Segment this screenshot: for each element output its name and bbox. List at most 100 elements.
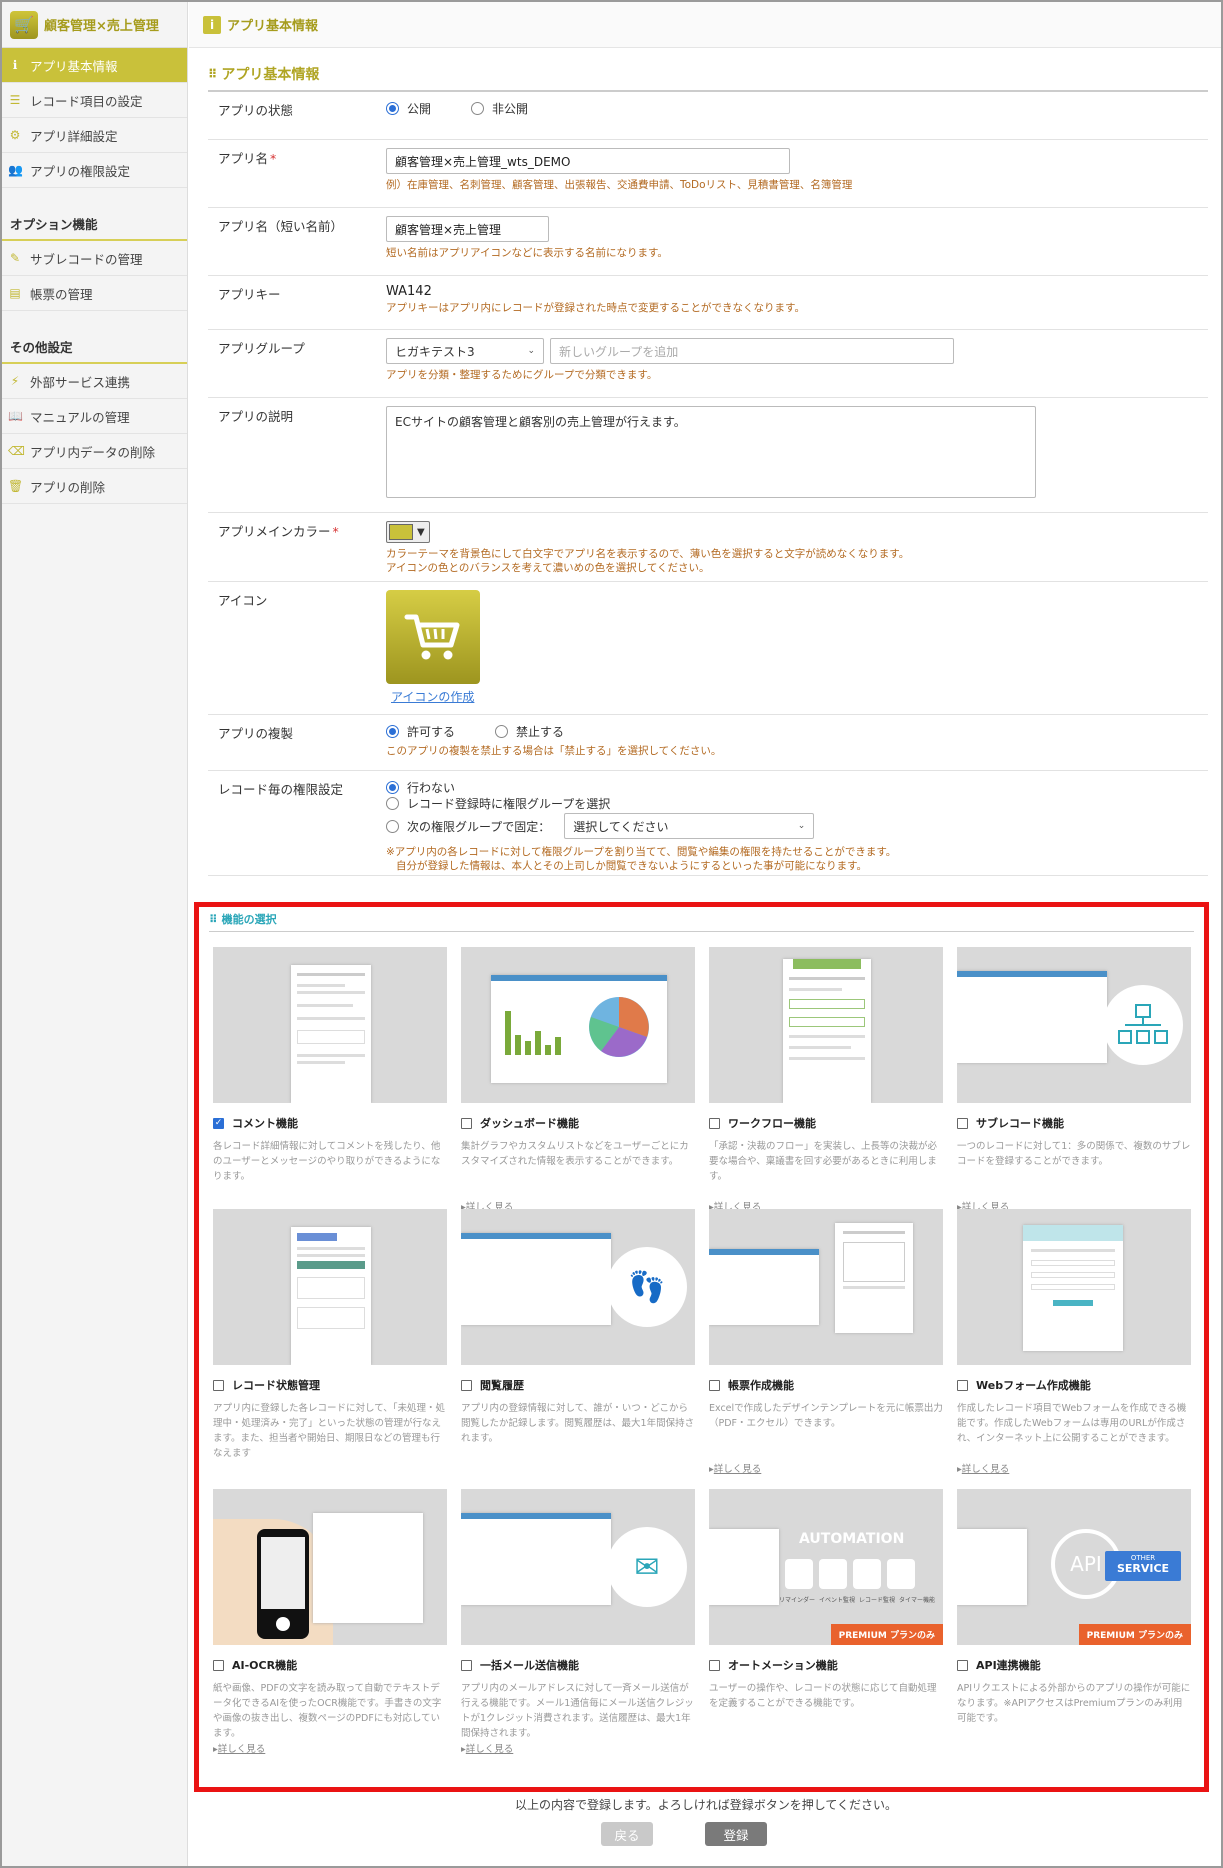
feature-more[interactable]: ▸詳しく見る: [709, 1461, 943, 1475]
feature-checkbox-row[interactable]: 閲覧履歴: [461, 1377, 695, 1393]
radio-button[interactable]: [471, 102, 485, 115]
radio-label: 許可する: [407, 725, 456, 739]
radio-button[interactable]: [386, 796, 399, 810]
sidebar-item-manual[interactable]: 📖 マニュアルの管理: [2, 399, 187, 434]
feature-description: ユーザーの操作や、レコードの状態に応じて自動処理を定義することができる機能です。: [709, 1683, 937, 1709]
feature-checkbox[interactable]: [213, 1659, 224, 1671]
label-text: アプリ名: [218, 151, 269, 166]
feature-description: Excelで作成したデザインテンプレートを元に帳票出力（PDF・エクセル）できま…: [709, 1403, 943, 1429]
feature-name: AI-OCR機能: [232, 1659, 298, 1672]
learn-more-link[interactable]: 詳しく見る: [714, 1464, 762, 1475]
feature-checkbox-row[interactable]: レコード状態管理: [213, 1377, 447, 1393]
feature-checkbox-row[interactable]: 一括メール送信機能: [461, 1657, 695, 1673]
feature-checkbox[interactable]: [213, 1379, 224, 1391]
app-name-input[interactable]: 顧客管理×売上管理_wts_DEMO: [386, 148, 790, 174]
feature-checkbox-row[interactable]: AI-OCR機能: [213, 1657, 447, 1673]
feature-name: API連携機能: [976, 1659, 1041, 1672]
group-select[interactable]: ヒガキテスト3 ⌄: [386, 338, 544, 364]
sidebar-item-delete-app[interactable]: 🗑 アプリの削除: [2, 469, 187, 504]
perm-select-on-register-radio[interactable]: レコード登録時に権限グループを選択: [386, 795, 1208, 811]
sidebar-item-permissions[interactable]: 👥 アプリの権限設定: [2, 153, 187, 188]
perm-group-select[interactable]: 選択してください ⌄: [564, 813, 815, 839]
create-icon-link[interactable]: アイコンの作成: [391, 690, 474, 704]
learn-more-link[interactable]: 詳しく見る: [962, 1464, 1010, 1475]
status-private-radio[interactable]: 非公開: [471, 100, 528, 117]
feature-checkbox-row[interactable]: API連携機能: [957, 1657, 1191, 1673]
perm-none-radio[interactable]: 行わない: [386, 779, 1208, 795]
sidebar-item-basic-info[interactable]: ℹ アプリ基本情報: [2, 48, 187, 83]
learn-more-link[interactable]: 詳しく見る: [466, 1744, 514, 1755]
feature-checkbox[interactable]: [461, 1379, 472, 1391]
feature-checkbox[interactable]: ✓: [213, 1117, 224, 1129]
feature-more[interactable]: ▸詳しく見る: [957, 1461, 1191, 1475]
radio-button[interactable]: [386, 819, 399, 833]
row-group: アプリグループ ヒガキテスト3 ⌄ 新しいグループを追加 アプリを分類・整理するた…: [208, 330, 1208, 398]
radio-button[interactable]: [386, 102, 399, 115]
color-swatch: [389, 524, 413, 540]
radio-button[interactable]: [495, 725, 509, 738]
back-button[interactable]: 戻る: [601, 1822, 653, 1846]
feature-checkbox[interactable]: [461, 1117, 472, 1129]
page-title: アプリ基本情報: [227, 19, 319, 34]
feature-checkbox-row[interactable]: ✓ コメント機能: [213, 1115, 447, 1131]
perm-hint: ※アプリ内の各レコードに対して権限グループを割り当てて、閲覧や編集の権限を持たせ…: [386, 845, 1208, 873]
app-name-hint: 例）在庫管理、名刺管理、顧客管理、出張報告、交通費申請、ToDoリスト、見積書管…: [386, 179, 853, 191]
learn-more-link[interactable]: 詳しく見る: [218, 1744, 266, 1755]
feature-checkbox[interactable]: [709, 1117, 720, 1129]
document-icon: ▤: [9, 286, 21, 300]
short-name-input[interactable]: 顧客管理×売上管理: [386, 216, 549, 242]
feature-more[interactable]: ▸詳しく見る: [461, 1741, 695, 1755]
copy-allow-radio[interactable]: 許可する: [386, 723, 455, 740]
register-button[interactable]: 登録: [705, 1822, 767, 1846]
app-icon-preview: [386, 590, 480, 684]
feature-description: アプリ内に登録した各レコードに対して、「未処理・処理中・処理済み・完了」といった…: [213, 1403, 445, 1457]
radio-label: 次の権限グループで固定：: [407, 819, 551, 834]
radio-label: レコード登録時に権限グループを選択: [407, 796, 611, 811]
sidebar-item-label: アプリ基本情報: [30, 58, 118, 74]
field-label: レコード毎の権限設定: [218, 782, 344, 797]
field-label: アプリ名（短い名前）: [218, 219, 344, 234]
feature-checkbox-row[interactable]: Webフォーム作成機能: [957, 1377, 1191, 1393]
perm-fixed-group-radio[interactable]: 次の権限グループで固定：: [386, 818, 550, 835]
new-group-input[interactable]: 新しいグループを追加: [550, 338, 954, 364]
feature-checkbox-row[interactable]: 帳票作成機能: [709, 1377, 943, 1393]
feature-thumbnail: [709, 947, 943, 1103]
feature-checkbox[interactable]: [709, 1379, 720, 1391]
feature-name: レコード状態管理: [232, 1379, 320, 1392]
sidebar-item-detail-settings[interactable]: ⚙ アプリ詳細設定: [2, 118, 187, 153]
feature-checkbox[interactable]: [957, 1379, 968, 1391]
premium-badge: PREMIUM プランのみ: [1078, 1624, 1191, 1645]
hint-line: 自分が登録した情報は、本人とその上司しか閲覧できないようにするといった事が可能に…: [396, 860, 868, 872]
row-copy: アプリの複製 許可する 禁止する このアプリの複製を禁止する場合は「禁止する」を…: [208, 715, 1208, 771]
radio-button[interactable]: [386, 725, 399, 738]
sidebar-item-label: レコード項目の設定: [30, 93, 143, 109]
feature-checkbox[interactable]: [461, 1659, 472, 1671]
color-picker[interactable]: ▼: [386, 521, 430, 543]
feature-more[interactable]: ▸詳しく見る: [213, 1741, 447, 1755]
info-icon: i: [203, 15, 221, 34]
sidebar-item-external-services[interactable]: ⚡ 外部サービス連携: [2, 364, 187, 399]
radio-button[interactable]: [386, 780, 399, 794]
feature-checkbox[interactable]: [709, 1659, 720, 1671]
sidebar-item-subrecord[interactable]: ✎ サブレコードの管理: [2, 241, 187, 276]
feature-checkbox[interactable]: [957, 1659, 968, 1671]
feature-checkbox-row[interactable]: ワークフロー機能: [709, 1115, 943, 1131]
feature-checkbox-row[interactable]: サブレコード機能: [957, 1115, 1191, 1131]
description-textarea[interactable]: ECサイトの顧客管理と顧客別の売上管理が行えます。: [386, 406, 1036, 498]
feature-checkbox[interactable]: [957, 1117, 968, 1129]
feature-grid: ✓ コメント機能 各レコード詳細情報に対してコメントを残したり、他のユーザーとメッセ…: [213, 947, 1191, 1779]
feature-thumbnail: [213, 947, 447, 1103]
sidebar-item-delete-data[interactable]: ⌫ アプリ内データの削除: [2, 434, 187, 469]
feature-checkbox-row[interactable]: ダッシュボード機能: [461, 1115, 695, 1131]
feature-name: オートメーション機能: [728, 1659, 838, 1672]
trash-icon: 🗑: [8, 479, 24, 493]
sidebar-item-record-fields[interactable]: ☰ レコード項目の設定: [2, 83, 187, 118]
copy-deny-radio[interactable]: 禁止する: [495, 723, 564, 740]
footer-note: 以上の内容で登録します。よろしければ登録ボタンを押してください。: [514, 1798, 898, 1812]
sidebar-item-documents[interactable]: ▤ 帳票の管理: [2, 276, 187, 311]
basic-info-form: ⠿ アプリ基本情報 アプリの状態 公開 非公開 アプリ名 * 顧客管理×売上管理_…: [208, 64, 1208, 876]
feature-checkbox-row[interactable]: オートメーション機能: [709, 1657, 943, 1673]
feature-section-header: ⠿ 機能の選択: [209, 911, 1194, 932]
status-public-radio[interactable]: 公開: [386, 100, 431, 117]
feature-thumbnail: [957, 1209, 1191, 1365]
